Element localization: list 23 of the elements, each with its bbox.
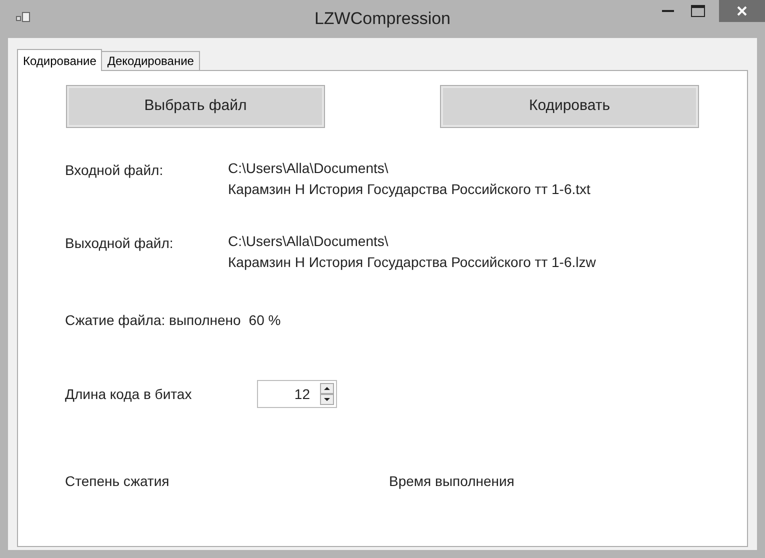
- file-label: Входной файл:: [65, 161, 164, 180]
- action-button[interactable]: Выбрать файл: [66, 85, 325, 128]
- file-label: Выходной файл:: [65, 234, 174, 253]
- spinner-arrows-icon: [320, 383, 334, 405]
- window-title: LZWCompression: [314, 8, 451, 30]
- code-length-label: Длина кода в битах: [65, 384, 193, 404]
- progress-label: Сжатие файла: выполнено: [65, 311, 241, 330]
- tab[interactable]: Кодирование: [17, 49, 102, 71]
- result-label: Степень сжатия: [65, 472, 170, 491]
- tab[interactable]: Декодирование: [102, 51, 200, 70]
- action-button[interactable]: Кодировать: [440, 85, 699, 128]
- close-icon: [737, 6, 747, 16]
- app-icon: [16, 12, 30, 24]
- code-length-spinner[interactable]: 12: [257, 380, 337, 408]
- file-path: C:\Users\Alla\Documents\: [228, 232, 390, 251]
- result-label: Время выполнения: [389, 472, 514, 491]
- file-path: C:\Users\Alla\Documents\: [228, 159, 390, 178]
- minimize-icon: [662, 10, 674, 12]
- maximize-icon: [691, 5, 705, 17]
- progress-value: 60 %: [248, 311, 281, 330]
- file-path: Карамзин Н История Государства Российского тт 1-6.lzw: [228, 253, 596, 272]
- close-button[interactable]: [719, 0, 765, 22]
- file-path: Карамзин Н История Государства Российского тт 1-6.txt: [228, 180, 590, 199]
